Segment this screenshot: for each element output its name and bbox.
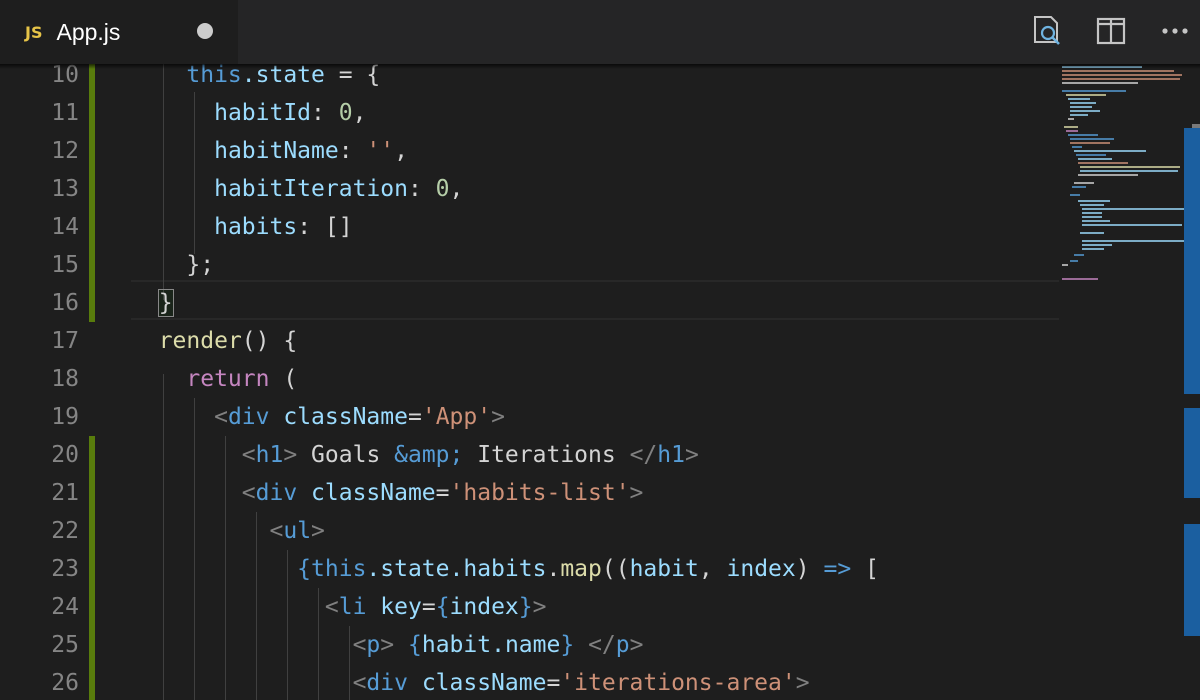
line-number: 17	[51, 328, 79, 354]
code-text: habits: []	[214, 214, 353, 240]
git-added-marker	[89, 664, 95, 700]
code-line: 19 <div className='App'>	[0, 398, 1060, 436]
git-added-marker	[89, 474, 95, 512]
git-modified-marker	[89, 246, 95, 284]
scrollbar-change-marker	[1184, 128, 1200, 394]
code-text: <div className='iterations-area'>	[352, 670, 810, 696]
code-text: };	[186, 252, 215, 278]
tab-bar-shadow	[0, 64, 1200, 69]
tab-bar: JS App.js	[0, 0, 1200, 64]
code-text: habitName: '',	[214, 138, 408, 164]
code-text: <div className='App'>	[214, 404, 505, 430]
code-text: <li key={index}>	[324, 594, 547, 620]
code-line: 23 {this.state.habits.map((habit, index)…	[0, 550, 1060, 588]
code-text: <p> {habit.name} </p>	[352, 632, 644, 658]
git-added-marker	[89, 626, 95, 664]
code-line: 25 <p> {habit.name} </p>	[0, 626, 1060, 664]
code-line: 21 <div className='habits-list'>	[0, 474, 1060, 512]
line-number: 19	[51, 404, 79, 430]
git-modified-marker	[89, 208, 95, 246]
git-modified-marker	[89, 132, 95, 170]
line-number: 22	[51, 518, 79, 544]
code-line: 24 <li key={index}>	[0, 588, 1060, 626]
code-line: 12 habitName: '',	[0, 132, 1060, 170]
git-added-marker	[89, 512, 95, 550]
split-editor-icon[interactable]	[1094, 14, 1128, 48]
code-line: 17 render() {	[0, 322, 1060, 360]
code-line: 15 };	[0, 246, 1060, 284]
line-number: 21	[51, 480, 79, 506]
code-line: 22 <ul>	[0, 512, 1060, 550]
git-added-marker	[89, 436, 95, 474]
code-line: 18 return (	[0, 360, 1060, 398]
tab-title: App.js	[56, 18, 121, 45]
line-number: 20	[51, 442, 79, 468]
matching-bracket: }	[157, 289, 174, 317]
code-line: 14 habits: []	[0, 208, 1060, 246]
line-number: 14	[51, 214, 79, 240]
code-text: <ul>	[269, 518, 325, 544]
code-text: render() {	[158, 328, 298, 354]
code-line: 16 }	[0, 284, 1060, 322]
line-number: 15	[51, 252, 79, 278]
git-modified-marker	[89, 94, 95, 132]
more-actions-icon[interactable]	[1158, 14, 1192, 48]
code-text: <div className='habits-list'>	[241, 480, 644, 506]
code-line: 26 <div className='iterations-area'>	[0, 664, 1060, 700]
code-text: {this.state.habits.map((habit, index) =>…	[297, 556, 879, 582]
code-text: habitIteration: 0,	[214, 176, 464, 202]
line-number: 25	[51, 632, 79, 658]
line-number: 12	[51, 138, 79, 164]
line-number: 11	[51, 100, 79, 126]
git-modified-marker	[89, 284, 95, 322]
code-text: return (	[186, 366, 298, 392]
line-number: 24	[51, 594, 79, 620]
code-text: habitId: 0,	[214, 100, 367, 126]
code-text: <h1> Goals &amp; Iterations </h1>	[241, 442, 699, 468]
line-number: 18	[51, 366, 79, 392]
scrollbar-change-marker	[1184, 524, 1200, 636]
code-line: 13 habitIteration: 0,	[0, 170, 1060, 208]
code-editor[interactable]: 10 this.state = { 11 habitId: 0, 12 habi…	[0, 64, 1060, 700]
git-added-marker	[89, 588, 95, 626]
line-number: 16	[51, 290, 79, 316]
tab-app-js[interactable]: JS App.js	[0, 0, 238, 64]
minimap[interactable]	[1060, 64, 1200, 700]
scrollbar-change-marker	[1184, 408, 1200, 498]
line-number: 23	[51, 556, 79, 582]
git-added-marker	[89, 550, 95, 588]
code-line: 11 habitId: 0,	[0, 94, 1060, 132]
code-text: }	[131, 284, 174, 322]
git-modified-marker	[89, 170, 95, 208]
unsaved-dot-icon[interactable]	[197, 23, 213, 39]
javascript-file-icon: JS	[25, 22, 43, 42]
code-line: 20 <h1> Goals &amp; Iterations </h1>	[0, 436, 1060, 474]
line-number: 13	[51, 176, 79, 202]
line-number: 26	[51, 670, 79, 696]
search-icon[interactable]	[1030, 14, 1064, 48]
